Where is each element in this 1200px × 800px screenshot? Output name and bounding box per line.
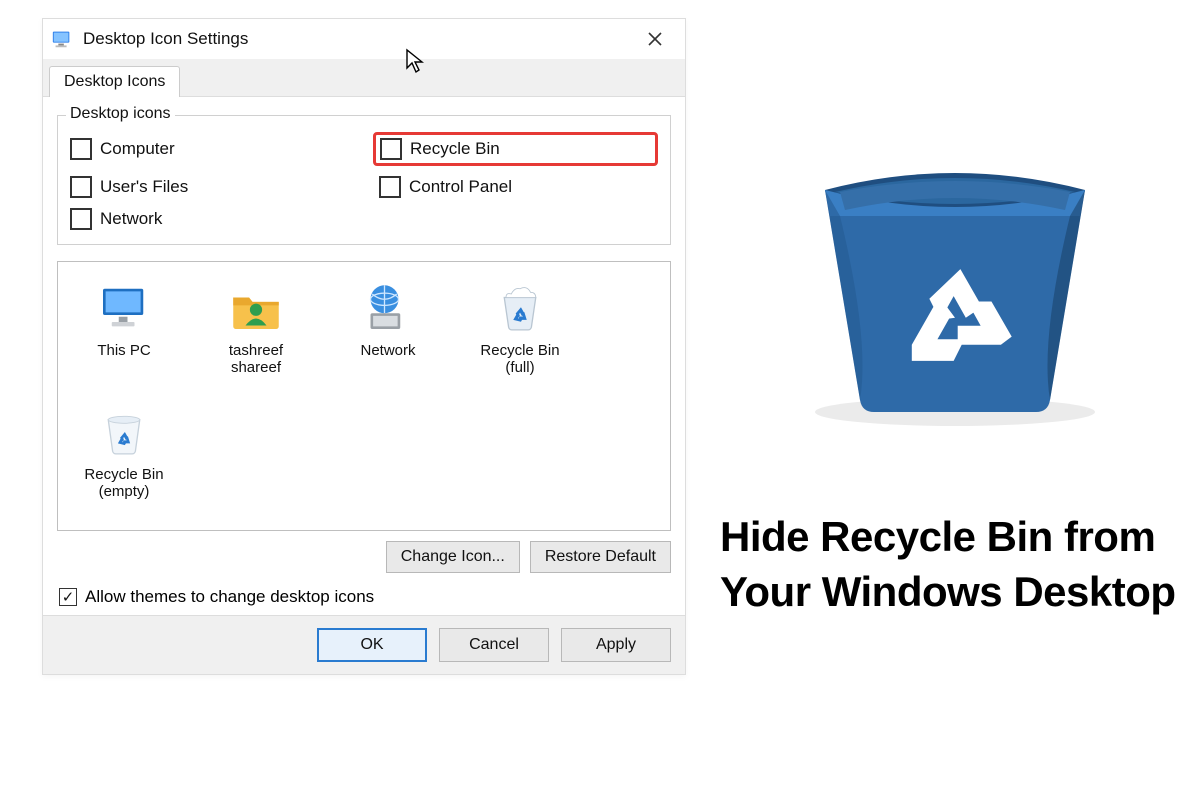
dialog-footer: OK Cancel Apply — [43, 615, 685, 674]
icon-button-row: Change Icon... Restore Default — [57, 541, 671, 573]
check-label: User's Files — [100, 177, 188, 197]
checkbox-network[interactable]: ✓ — [70, 208, 92, 230]
close-button[interactable] — [635, 24, 675, 54]
restore-default-button[interactable]: Restore Default — [530, 541, 671, 573]
group-legend: Desktop icons — [66, 105, 175, 123]
icon-label: tashreef shareef — [204, 342, 308, 376]
checkbox-control-panel[interactable]: ✓ — [379, 176, 401, 198]
allow-themes-check[interactable]: ✓ Allow themes to change desktop icons — [59, 587, 669, 607]
check-label: Control Panel — [409, 177, 512, 197]
app-icon — [51, 28, 73, 50]
ok-button[interactable]: OK — [317, 628, 427, 662]
recycle-bin-illustration — [790, 120, 1120, 430]
checkbox-users-files[interactable]: ✓ — [70, 176, 92, 198]
article-headline: Hide Recycle Bin from Your Windows Deskt… — [720, 510, 1190, 619]
dialog-body: Desktop icons ✓ Computer ✓ Recycle Bin ✓… — [43, 97, 685, 607]
check-grid: ✓ Computer ✓ Recycle Bin ✓ User's Files … — [70, 132, 658, 230]
close-icon — [647, 31, 663, 47]
check-computer[interactable]: ✓ Computer — [70, 132, 349, 166]
allow-themes-label: Allow themes to change desktop icons — [85, 587, 374, 607]
icon-network[interactable]: Network — [336, 280, 440, 376]
dialog-title: Desktop Icon Settings — [83, 29, 635, 49]
recycle-bin-empty-icon — [96, 404, 152, 460]
check-label: Computer — [100, 139, 175, 159]
cancel-button[interactable]: Cancel — [439, 628, 549, 662]
recycle-bin-full-icon — [492, 280, 548, 336]
checkbox-allow-themes[interactable]: ✓ — [59, 588, 77, 606]
checkbox-recycle-bin[interactable]: ✓ — [380, 138, 402, 160]
icon-label: Recycle Bin (full) — [468, 342, 572, 376]
icon-label: This PC — [97, 342, 150, 359]
titlebar: Desktop Icon Settings — [43, 19, 685, 59]
check-network[interactable]: ✓ Network — [70, 208, 349, 230]
check-control-panel[interactable]: ✓ Control Panel — [379, 176, 658, 198]
monitor-icon — [96, 280, 152, 336]
check-label: Recycle Bin — [410, 139, 500, 159]
checkbox-computer[interactable]: ✓ — [70, 138, 92, 160]
icon-label: Recycle Bin (empty) — [72, 466, 176, 500]
icon-this-pc[interactable]: This PC — [72, 280, 176, 376]
change-icon-button[interactable]: Change Icon... — [386, 541, 520, 573]
network-globe-icon — [360, 280, 416, 336]
icon-preview-panel: This PC tashreef shareef — [57, 261, 671, 531]
icon-recycle-bin-full[interactable]: Recycle Bin (full) — [468, 280, 572, 376]
tabstrip: Desktop Icons — [43, 59, 685, 97]
apply-button[interactable]: Apply — [561, 628, 671, 662]
check-label: Network — [100, 209, 162, 229]
icon-label: Network — [360, 342, 415, 359]
desktop-icon-settings-dialog: Desktop Icon Settings Desktop Icons Desk… — [42, 18, 686, 675]
user-folder-icon — [228, 280, 284, 336]
check-recycle-bin[interactable]: ✓ Recycle Bin — [373, 132, 658, 166]
check-users-files[interactable]: ✓ User's Files — [70, 176, 349, 198]
icon-recycle-bin-empty[interactable]: Recycle Bin (empty) — [72, 404, 176, 500]
icon-user-folder[interactable]: tashreef shareef — [204, 280, 308, 376]
tab-desktop-icons[interactable]: Desktop Icons — [49, 66, 180, 97]
desktop-icons-group: Desktop icons ✓ Computer ✓ Recycle Bin ✓… — [57, 115, 671, 245]
